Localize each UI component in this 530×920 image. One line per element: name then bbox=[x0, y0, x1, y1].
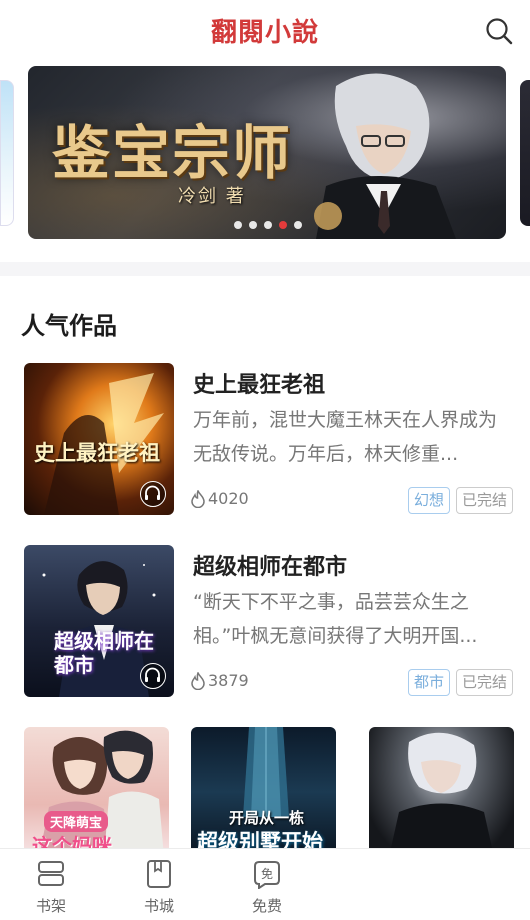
carousel-dot-active[interactable] bbox=[279, 221, 287, 229]
book-description: “断天下不平之事，品芸芸众生之相。”叶枫无意间获得了大明开国... bbox=[193, 591, 478, 647]
banner-carousel[interactable]: 鉴宝宗师 冷剑 著 bbox=[0, 66, 530, 240]
search-icon bbox=[486, 18, 513, 45]
book-meta: 4020 幻想 已完结 bbox=[191, 487, 513, 515]
heat-value: 3879 bbox=[208, 671, 249, 690]
heat-count: 4020 bbox=[191, 489, 249, 508]
banner-prev-peek[interactable] bbox=[0, 80, 14, 226]
flame-icon bbox=[191, 489, 205, 508]
banner-book-title: 鉴宝宗师 bbox=[52, 119, 293, 187]
free-icon: 免 bbox=[254, 861, 280, 889]
tag-list: 幻想 已完结 bbox=[407, 487, 513, 514]
grid-book-cover[interactable] bbox=[369, 727, 514, 857]
headphones-icon bbox=[145, 485, 160, 500]
cover-title: 超级相师在都市 bbox=[54, 629, 154, 677]
book-cover[interactable]: 超级相师在都市 bbox=[24, 545, 174, 697]
book-title[interactable]: 超级相师在都市 bbox=[193, 549, 347, 581]
audio-badge bbox=[140, 663, 166, 689]
svg-text:免: 免 bbox=[261, 866, 273, 881]
tag-list: 都市 已完结 bbox=[407, 669, 513, 696]
cover-art bbox=[389, 732, 494, 857]
tab-bookstore[interactable]: 书城 bbox=[124, 849, 194, 920]
heat-value: 4020 bbox=[208, 489, 249, 508]
book-list-item[interactable]: 超级相师在都市 超级相师在都市 “断天下不平之事，品芸芸众生之相。”叶枫无意间获… bbox=[24, 545, 514, 697]
banner-slide[interactable]: 鉴宝宗师 冷剑 著 bbox=[28, 66, 506, 239]
app-title: 翻閱小說 bbox=[210, 18, 319, 48]
search-button[interactable] bbox=[484, 16, 514, 46]
carousel-indicator bbox=[234, 221, 302, 229]
banner-author: 冷剑 著 bbox=[178, 186, 246, 207]
heat-count: 3879 bbox=[191, 671, 249, 690]
section-divider bbox=[0, 262, 530, 276]
bookstore-icon bbox=[147, 860, 171, 888]
book-title[interactable]: 史上最狂老祖 bbox=[193, 367, 325, 399]
carousel-dot[interactable] bbox=[264, 221, 272, 229]
tab-bookshelf[interactable]: 书架 bbox=[16, 849, 86, 920]
audio-badge bbox=[140, 481, 166, 507]
genre-tag[interactable]: 幻想 bbox=[407, 487, 450, 514]
bottom-tab-bar: 书架 书城 免 免费 bbox=[0, 848, 530, 920]
status-tag: 已完结 bbox=[455, 487, 513, 514]
cover-top-text: 开局从一栋 bbox=[229, 809, 305, 827]
book-cover[interactable]: 史上最狂老祖 bbox=[24, 363, 174, 515]
carousel-dot[interactable] bbox=[234, 221, 242, 229]
genre-tag[interactable]: 都市 bbox=[407, 669, 450, 696]
grid-book-cover[interactable]: 开局从一栋 超级别墅开始 bbox=[191, 727, 336, 857]
grid-book-cover[interactable]: 天降萌宝 这个妈咪 bbox=[24, 727, 169, 857]
headphones-icon bbox=[145, 667, 160, 682]
flame-icon bbox=[191, 671, 205, 690]
banner-next-peek[interactable] bbox=[520, 80, 530, 226]
carousel-dot[interactable] bbox=[294, 221, 302, 229]
cover-top-text: 天降萌宝 bbox=[44, 811, 109, 832]
section-title-popular: 人气作品 bbox=[21, 312, 117, 340]
tab-label: 书城 bbox=[143, 897, 174, 915]
carousel-dot[interactable] bbox=[249, 221, 257, 229]
tab-label: 书架 bbox=[35, 897, 66, 915]
status-tag: 已完结 bbox=[455, 669, 513, 696]
banner-character-art bbox=[314, 73, 456, 239]
book-list-item[interactable]: 史上最狂老祖 史上最狂老祖 万年前，混世大魔王林天在人界成为无敌传说。万年后，林… bbox=[24, 363, 514, 515]
book-description: 万年前，混世大魔王林天在人界成为无敌传说。万年后，林天修重... bbox=[193, 409, 498, 465]
tab-label: 免费 bbox=[251, 897, 282, 915]
cover-title: 史上最狂老祖 bbox=[34, 440, 160, 465]
book-meta: 3879 都市 已完结 bbox=[191, 669, 513, 697]
bookshelf-icon bbox=[38, 861, 64, 886]
tab-free[interactable]: 免 免费 bbox=[232, 849, 302, 920]
top-bar: 翻閱小說 bbox=[0, 0, 530, 62]
